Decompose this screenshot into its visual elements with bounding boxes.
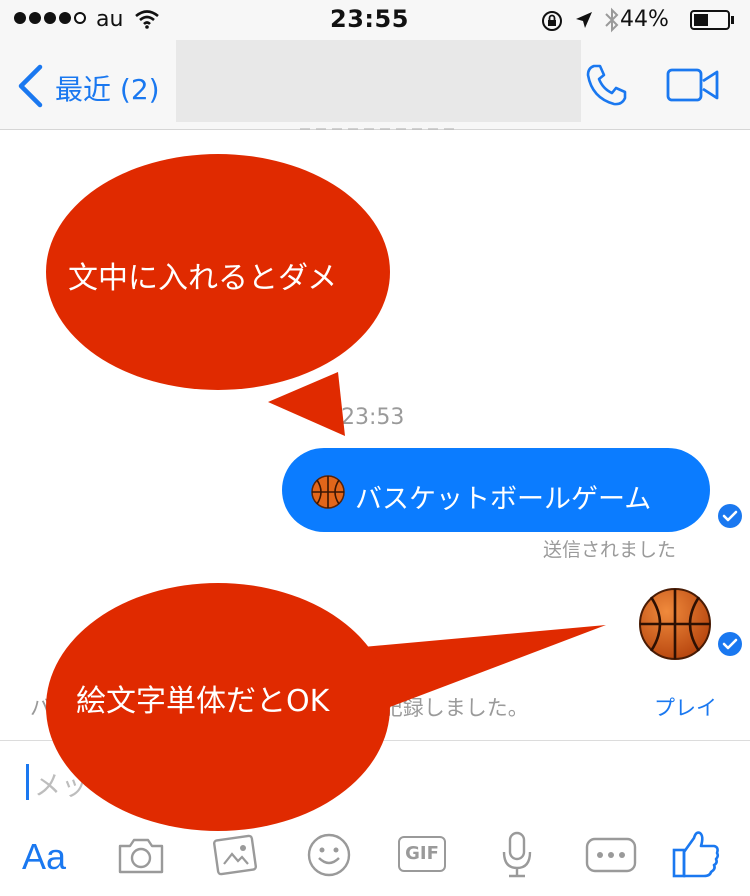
- annotation-overlay: [46, 154, 606, 831]
- callout-top-text: 文中に入れるとダメ: [68, 261, 338, 296]
- callout-bottom-text: 絵文字単体だとOK: [76, 684, 330, 719]
